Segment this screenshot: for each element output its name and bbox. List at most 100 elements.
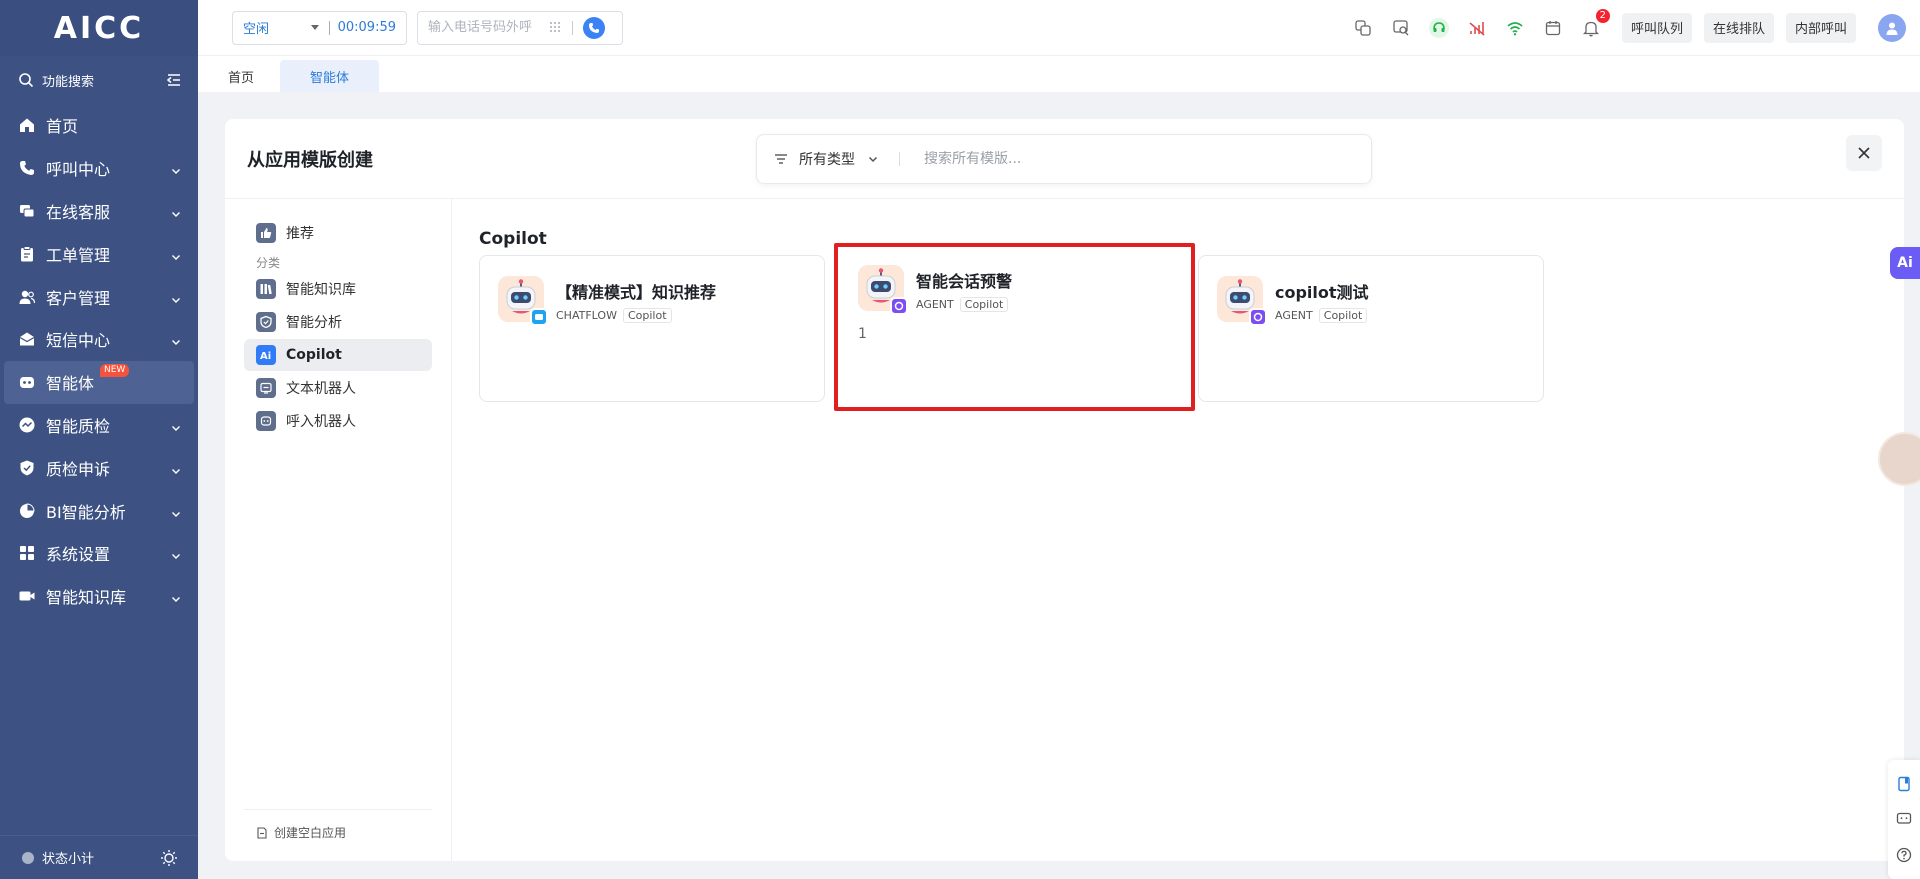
chevron-down-icon <box>170 248 182 260</box>
status-summary[interactable]: 状态小计 <box>0 835 198 879</box>
chat-bubble-icon[interactable] <box>1895 810 1913 828</box>
sidebar-item[interactable]: 智能体 NEW <box>4 360 194 404</box>
sidebar-item[interactable]: 智能质检 <box>0 404 198 447</box>
sidebar-item-label: 工单管理 <box>46 245 111 265</box>
copilot-icon: Ai <box>256 345 276 365</box>
modal-header: 从应用模版创建 所有类型 <box>225 119 1904 199</box>
internal-call-button[interactable]: 内部呼叫 <box>1785 12 1856 43</box>
notification-badge: 2 <box>1595 8 1610 23</box>
chevron-down-icon <box>868 156 878 163</box>
template-card[interactable]: copilot测试 AGENT Copilot <box>1198 255 1544 402</box>
sun-icon[interactable] <box>160 849 178 867</box>
chevron-down-icon <box>170 291 182 303</box>
card-tag: Copilot <box>1318 308 1368 323</box>
tab-agent[interactable]: 智能体 <box>280 60 380 92</box>
sidebar-item[interactable]: 短信中心 <box>0 318 198 361</box>
sidebar-item-label: 首页 <box>46 117 79 137</box>
sidebar-item[interactable]: 在线客服 <box>0 190 198 233</box>
call-button[interactable] <box>583 16 605 39</box>
divider <box>899 152 900 166</box>
chevron-down-icon <box>170 333 182 346</box>
signal-off-icon[interactable] <box>1467 18 1487 38</box>
close-button[interactable] <box>1846 135 1882 171</box>
help-icon[interactable] <box>1895 846 1913 864</box>
sidebar-item[interactable]: BI智能分析 <box>0 489 198 532</box>
sidebar-item[interactable]: 首页 <box>0 104 198 147</box>
phone-icon <box>18 159 36 177</box>
calendar-icon[interactable] <box>1543 18 1563 38</box>
bell-icon[interactable]: 2 <box>1581 8 1610 38</box>
chevron-down-icon <box>170 547 182 560</box>
sidebar-item-label: 系统设置 <box>46 545 111 565</box>
sidebar-nav: 首页呼叫中心 在线客服工单管理客户管理 短信中心 智能体 NEW 智能质检 质检申诉 BI智能… <box>0 104 198 618</box>
modal-title: 从应用模版创建 <box>247 149 373 171</box>
chat-icon <box>18 202 36 220</box>
call-queue-button[interactable]: 呼叫队列 <box>1621 12 1692 43</box>
card-description: 1 <box>858 326 867 342</box>
agent-badge-icon <box>1249 308 1267 326</box>
template-search-bar: 所有类型 <box>756 134 1372 184</box>
category-item-label: 智能分析 <box>286 315 342 331</box>
sidebar-item[interactable]: 智能知识库 <box>0 575 198 618</box>
card-type: AGENT <box>916 298 954 311</box>
category-item[interactable]: 文本机器人 <box>244 372 432 404</box>
template-search-input[interactable] <box>924 151 1355 167</box>
template-modal: 从应用模版创建 所有类型 推荐 分类 智能知识库智能分析 Ai Copilot 文本机… <box>225 119 1904 861</box>
template-cards: 【精准模式】知识推荐 CHATFLOW Copilot 智能会话预警 AGENT Copi… <box>479 243 1877 411</box>
notebook-icon[interactable] <box>1895 775 1913 793</box>
svg-text:Ai: Ai <box>260 351 271 362</box>
robot-icon <box>18 373 36 391</box>
card-title: 智能会话预警 <box>916 272 1013 291</box>
category-item[interactable]: Ai Copilot <box>244 339 432 371</box>
phone-input[interactable] <box>428 20 540 35</box>
category-recommend[interactable]: 推荐 <box>244 217 432 249</box>
divider <box>328 20 330 35</box>
shield-icon <box>18 459 36 477</box>
topbar-tools: 2 呼叫队列 在线排队 内部呼叫 <box>1344 8 1906 43</box>
sidebar-item[interactable]: 客户管理 <box>0 275 198 318</box>
keypad-icon[interactable] <box>548 21 562 35</box>
card-header: 【精准模式】知识推荐 CHATFLOW Copilot <box>498 276 806 326</box>
close-icon <box>1858 147 1870 159</box>
chevron-down-icon <box>170 590 182 603</box>
card-tag: Copilot <box>622 308 672 323</box>
headset-icon[interactable] <box>1428 17 1449 38</box>
category-group-label: 分类 <box>256 256 281 270</box>
video-icon <box>18 587 36 605</box>
template-card[interactable]: 【精准模式】知识推荐 CHATFLOW Copilot <box>479 255 825 402</box>
phone-icon <box>589 22 599 33</box>
transfer-icon[interactable] <box>1353 18 1373 38</box>
category-item[interactable]: 智能分析 <box>244 306 432 338</box>
sidebar-item[interactable]: 工单管理 <box>0 232 198 275</box>
message-search-icon[interactable] <box>1391 18 1411 38</box>
tab-home[interactable]: 首页 <box>208 60 274 92</box>
sidebar-item[interactable]: 呼叫中心 <box>0 147 198 190</box>
ai-assistant-button[interactable]: Ai <box>1890 247 1920 279</box>
status-dot-icon <box>22 851 34 864</box>
sidebar-item[interactable]: 系统设置 <box>0 532 198 575</box>
card-title: 【精准模式】知识推荐 <box>556 283 717 302</box>
users-icon <box>18 288 36 306</box>
category-item[interactable]: 呼入机器人 <box>244 405 432 437</box>
agent-status-value: 空闲 <box>243 22 270 37</box>
create-blank-app-link[interactable]: 创建空白应用 <box>244 809 432 841</box>
chevron-down-icon <box>170 419 182 431</box>
function-search[interactable]: 功能搜索 <box>0 56 198 104</box>
template-card[interactable]: 智能会话预警 AGENT Copilot 1 <box>834 243 1195 411</box>
new-badge: NEW <box>100 363 130 377</box>
collapse-menu-icon[interactable] <box>166 72 182 88</box>
wifi-icon[interactable] <box>1505 18 1525 38</box>
online-queue-button[interactable]: 在线排队 <box>1703 12 1774 43</box>
filter-icon <box>775 154 787 164</box>
chevron-down-icon <box>170 205 182 217</box>
sidebar-item[interactable]: 质检申诉 <box>0 446 198 489</box>
type-filter-select[interactable]: 所有类型 <box>773 149 879 169</box>
user-icon <box>1886 22 1898 35</box>
caret-down-icon <box>310 25 319 30</box>
topbar: 空闲 00:09:59 2 呼叫队列 在线排队 内部呼叫 <box>198 0 1920 56</box>
agent-status-select[interactable]: 空闲 00:09:59 <box>232 10 407 45</box>
user-avatar[interactable] <box>1878 13 1906 42</box>
category-item[interactable]: 智能知识库 <box>244 273 432 305</box>
home-icon <box>18 116 36 134</box>
template-content: Copilot 【精准模式】知识推荐 CHATFLOW Copilot 智能会话预警 A… <box>452 199 1904 861</box>
